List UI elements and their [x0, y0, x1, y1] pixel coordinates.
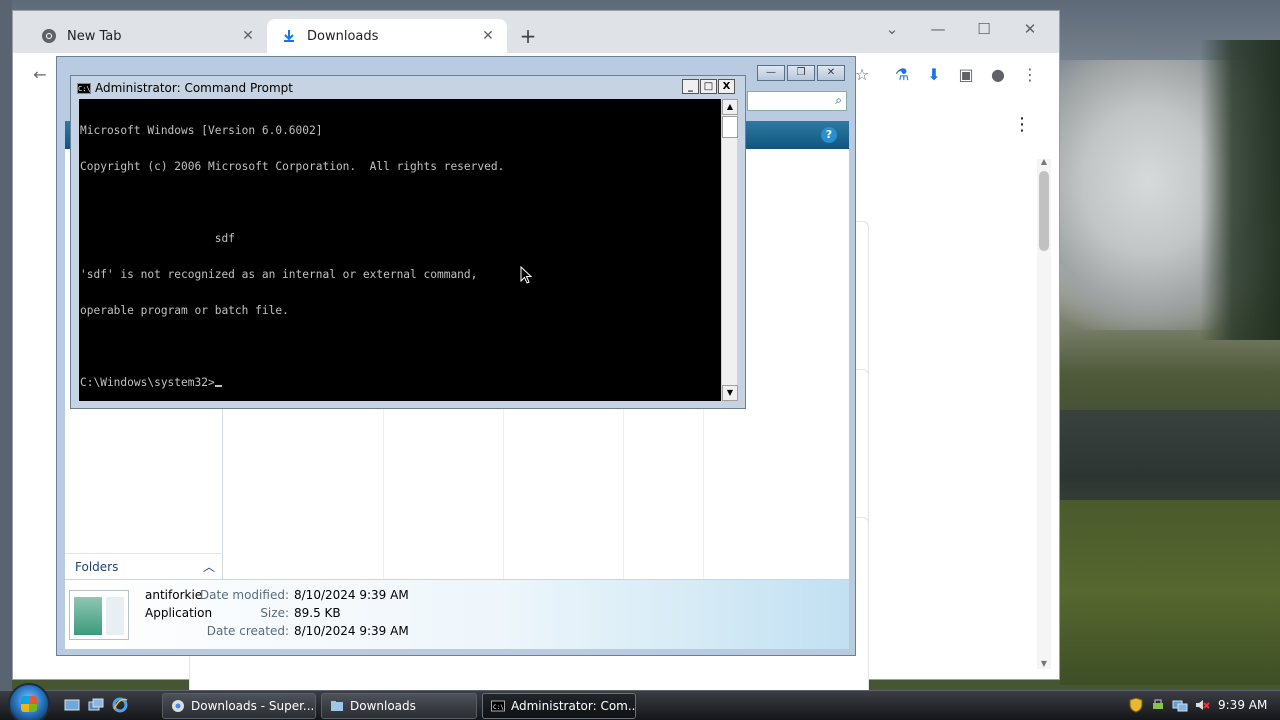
date-modified-label: Date modified:	[199, 588, 289, 602]
chevron-up-icon: ︿	[202, 560, 215, 574]
safely-remove-hardware-icon[interactable]	[1150, 697, 1166, 713]
page-scrollbar-thumb[interactable]	[1039, 171, 1049, 251]
size-label: Size:	[260, 606, 289, 620]
cmd-window-controls: _ □ X	[682, 79, 735, 94]
close-tab-icon[interactable]: ✕	[239, 27, 257, 45]
tab-title: New Tab	[67, 28, 122, 44]
chrome-icon	[41, 28, 57, 44]
downloads-icon[interactable]: ⬇	[921, 63, 947, 87]
close-tab-icon[interactable]: ✕	[479, 27, 497, 45]
console-output[interactable]: Microsoft Windows [Version 6.0.6002] Cop…	[79, 99, 721, 401]
cmd-close-button[interactable]: X	[718, 79, 735, 94]
console-line: Microsoft Windows [Version 6.0.6002]	[80, 124, 323, 137]
volume-muted-icon[interactable]	[1194, 697, 1210, 713]
console-line: 'sdf' is not recognized as an internal o…	[80, 268, 478, 281]
cmd-icon: C:\	[491, 699, 505, 713]
folder-icon	[330, 699, 344, 713]
tab-downloads[interactable]: Downloads ✕	[267, 19, 507, 53]
date-created-value: 8/10/2024 9:39 AM	[294, 624, 409, 638]
folders-label: Folders	[75, 560, 119, 574]
wallpaper-trees	[1200, 40, 1280, 340]
svg-text:C:\: C:\	[493, 704, 504, 711]
scroll-up-icon[interactable]: ▲	[1039, 157, 1049, 166]
taskbar-clock[interactable]: 9:39 AM	[1218, 698, 1267, 712]
search-icon: ⌕	[835, 93, 842, 107]
switch-windows-icon[interactable]	[88, 697, 104, 713]
explorer-close-button[interactable]: ✕	[817, 65, 845, 81]
explorer-minimize-button[interactable]: —	[757, 65, 785, 81]
folders-toggle[interactable]: Folders ︿	[65, 553, 223, 579]
taskbar-button-cmd[interactable]: C:\ Administrator: Com...	[482, 693, 636, 719]
help-icon[interactable]: ?	[821, 127, 837, 143]
close-button[interactable]: ✕	[1015, 17, 1045, 41]
page-more-icon[interactable]: ⋮	[1013, 114, 1031, 135]
cmd-icon: C:\	[77, 82, 91, 94]
tab-search-icon[interactable]: ⌄	[877, 17, 907, 41]
minimize-button[interactable]: —	[923, 17, 953, 41]
date-created-label: Date created:	[206, 624, 289, 638]
scroll-down-icon[interactable]: ▼	[722, 385, 738, 401]
back-arrow-icon[interactable]: ←	[27, 63, 53, 87]
console-line: Copyright (c) 2006 Microsoft Corporation…	[80, 160, 505, 173]
taskbar-button-label: Downloads	[350, 699, 416, 713]
wallpaper-meadow	[1060, 500, 1280, 685]
windows-logo-icon	[21, 696, 37, 712]
explorer-restore-button[interactable]: ❐	[787, 65, 815, 81]
side-panel-icon[interactable]: ▣	[953, 63, 979, 87]
explorer-search-input[interactable]: ⌕	[747, 91, 847, 111]
chrome-icon	[171, 699, 185, 713]
console-prompt: C:\Windows\system32>	[80, 376, 215, 389]
console-prompt-line: C:\Windows\system32>	[80, 377, 721, 389]
date-modified-value: 8/10/2024 9:39 AM	[294, 588, 409, 602]
maximize-button[interactable]: ☐	[969, 17, 999, 41]
cmd-maximize-button[interactable]: □	[700, 79, 717, 94]
download-icon	[281, 28, 297, 44]
security-shield-icon[interactable]	[1128, 697, 1144, 713]
taskbar-button-explorer[interactable]: Downloads	[321, 693, 477, 719]
cmd-minimize-button[interactable]: _	[682, 79, 699, 94]
chrome-menu-icon[interactable]: ⋮	[1017, 63, 1043, 87]
details-pane: antiforkie Application Date modified: 8/…	[65, 579, 849, 649]
explorer-window-controls: — ❐ ✕	[757, 65, 845, 81]
cmd-title-bar[interactable]: C:\ Administrator: Command Prompt	[77, 79, 293, 97]
taskbar-button-chrome[interactable]: Downloads - Super...	[162, 693, 316, 719]
network-icon[interactable]	[1172, 697, 1188, 713]
console-line: operable program or batch file.	[80, 304, 289, 317]
taskbar-button-label: Administrator: Com...	[511, 699, 636, 713]
command-prompt-window: C:\ Administrator: Command Prompt _ □ X …	[70, 75, 746, 409]
mouse-pointer-icon	[520, 265, 533, 288]
internet-explorer-icon[interactable]	[112, 697, 128, 713]
application-file-icon	[69, 590, 129, 640]
new-tab-button[interactable]: +	[517, 25, 539, 47]
cmd-scrollbar[interactable]: ▲ ▼	[721, 99, 738, 401]
tab-title: Downloads	[307, 28, 379, 44]
profile-avatar-icon[interactable]: ●	[985, 63, 1011, 87]
system-tray	[1128, 697, 1210, 713]
desktop-edge	[0, 0, 12, 690]
cmd-scrollbar-thumb[interactable]	[722, 116, 738, 138]
console-line: sdf	[80, 232, 235, 245]
size-value: 89.5 KB	[294, 606, 341, 620]
scroll-up-icon[interactable]: ▲	[722, 99, 738, 115]
tab-new-tab[interactable]: New Tab ✕	[27, 19, 267, 53]
text-cursor	[214, 385, 222, 387]
tab-strip: New Tab ✕ Downloads ✕ + ⌄ — ☐ ✕	[13, 11, 1059, 53]
labs-flask-icon[interactable]: ⚗	[889, 63, 915, 87]
cmd-title: Administrator: Command Prompt	[95, 81, 293, 95]
scroll-down-icon[interactable]: ▼	[1039, 659, 1049, 668]
taskbar: Downloads - Super... Downloads C:\ Admin…	[0, 683, 1280, 720]
start-button[interactable]	[8, 683, 50, 720]
show-desktop-icon[interactable]	[64, 697, 80, 713]
taskbar-button-label: Downloads - Super...	[191, 699, 315, 713]
